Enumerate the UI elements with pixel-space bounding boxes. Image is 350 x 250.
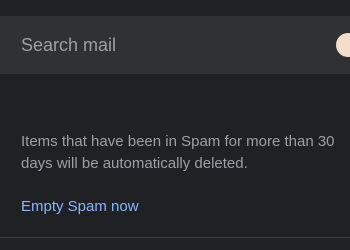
divider <box>0 237 350 238</box>
notice-line-2: days will be automatically deleted. <box>21 155 248 172</box>
spam-auto-delete-notice: Items that have been in Spam for more th… <box>21 131 350 175</box>
status-strip <box>0 0 350 16</box>
notice-line-1: Items that have been in Spam for more th… <box>21 133 335 150</box>
empty-spam-now-link[interactable]: Empty Spam now <box>21 196 139 218</box>
search-input[interactable] <box>21 33 311 57</box>
spam-folder-screen: Items that have been in Spam for more th… <box>0 0 350 250</box>
